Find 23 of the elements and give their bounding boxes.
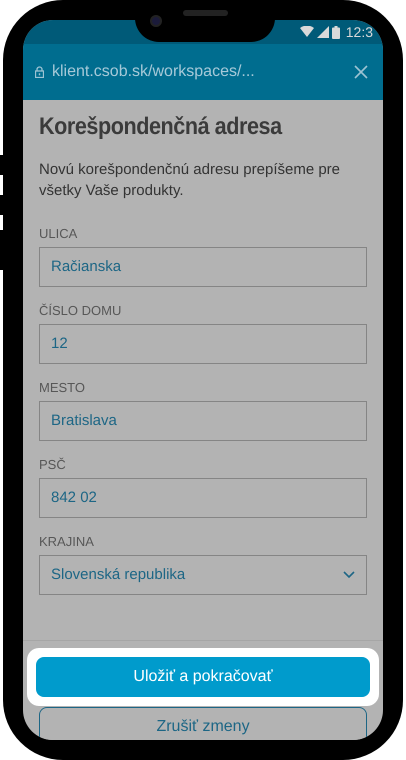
input-field[interactable]: 842 02 [39,478,367,518]
field-label: PSČ [39,457,67,473]
field-label: ULICA [39,226,78,242]
input-field[interactable]: Bratislava [39,401,367,441]
field-label: ČÍSLO DOMU [39,303,122,319]
url-text[interactable]: klient.csob.sk/workspaces/... [52,60,346,84]
clock-time: 12:3 [346,22,373,42]
lock-icon [35,66,44,78]
close-icon[interactable] [354,65,368,79]
country-dropdown[interactable]: Slovenská republika [39,555,367,595]
save-button[interactable]: Uložiť a pokračovať [36,657,370,697]
page-title: Korešpondenčná adresa [39,112,284,142]
field-label: KRAJINA [39,534,95,550]
description-text: Novú korešpondenčnú adresu prepíšeme pre všetky Vaše produkty. [39,160,342,201]
field-label: MESTO [39,380,86,396]
cancel-button[interactable]: Zrušiť zmeny [39,707,367,740]
input-field[interactable]: Račianska [39,247,367,287]
chevron-down-icon [343,571,355,579]
speaker-grille [183,10,228,16]
battery-icon [332,26,340,38]
wifi-icon [300,26,314,38]
signal-icon [316,26,329,38]
input-field[interactable]: 12 [39,324,367,364]
